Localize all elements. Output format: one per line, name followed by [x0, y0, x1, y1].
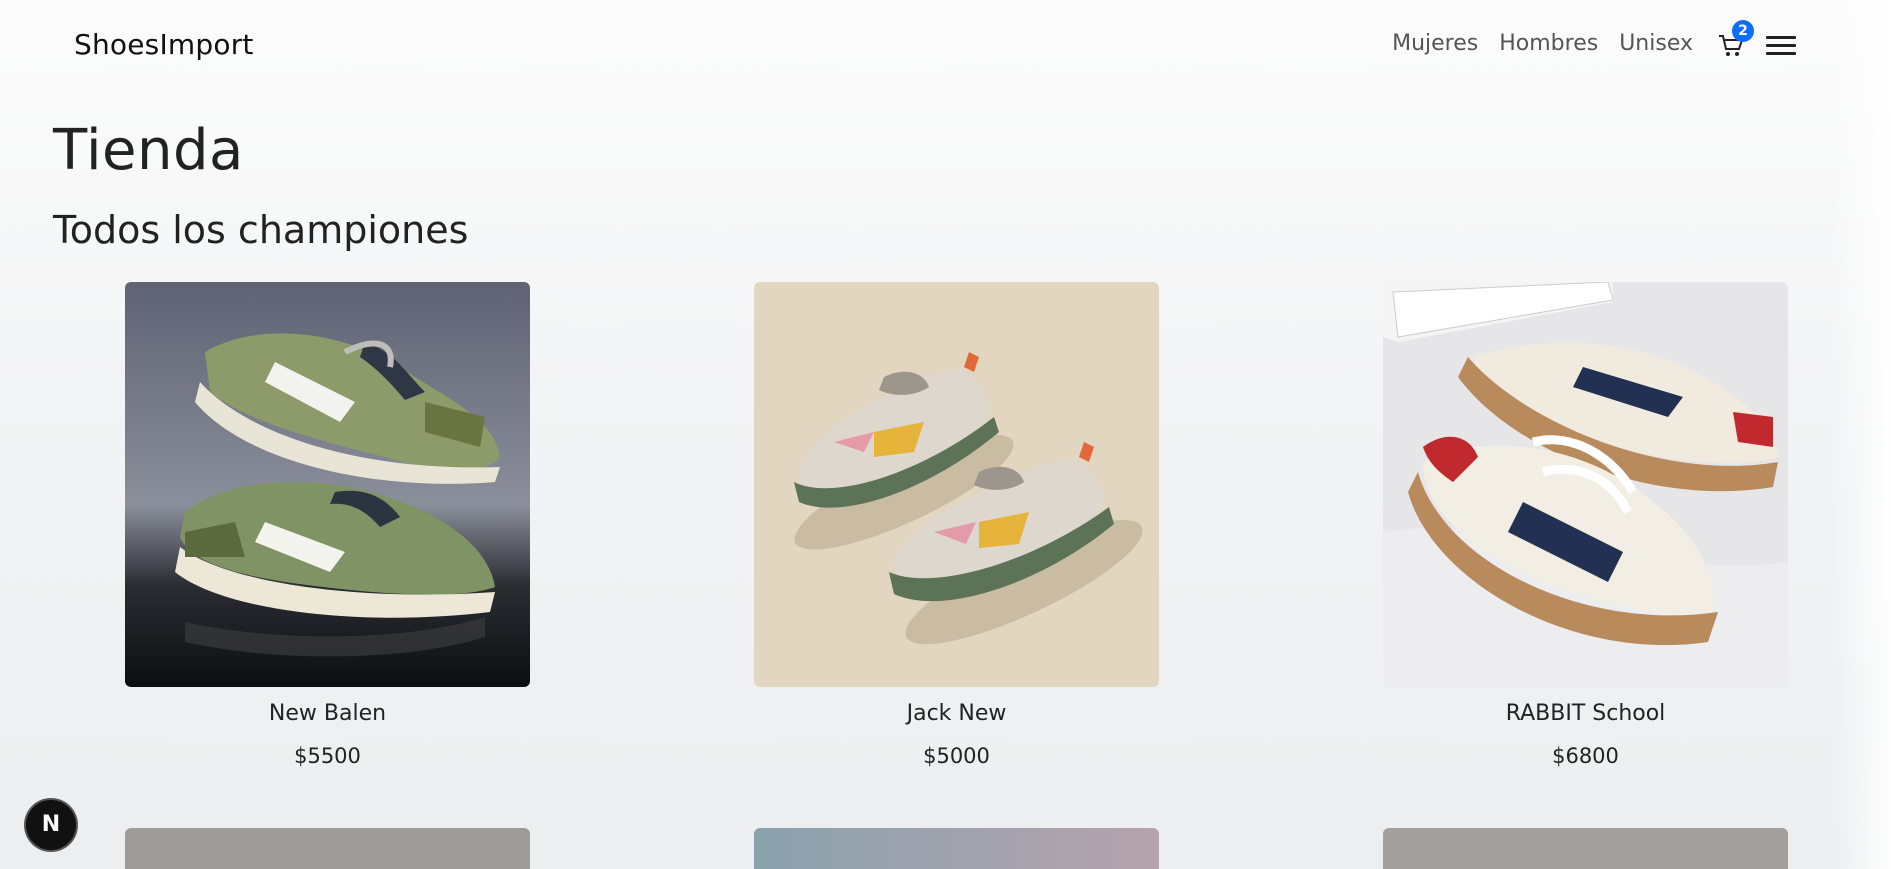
cart-count-badge: 2 — [1732, 20, 1754, 42]
product-name[interactable]: New Balen — [125, 701, 530, 726]
product-name[interactable]: Jack New — [754, 701, 1159, 726]
product-image[interactable] — [1383, 828, 1788, 869]
menu-line — [1766, 44, 1796, 47]
menu-line — [1766, 52, 1796, 55]
product-image[interactable] — [125, 282, 530, 687]
product-card[interactable]: New Balen $5500 — [125, 282, 530, 768]
product-image[interactable] — [754, 828, 1159, 869]
product-image[interactable] — [754, 282, 1159, 687]
nextjs-logo-icon: N — [41, 812, 61, 837]
nav-link-unisex[interactable]: Unisex — [1619, 31, 1693, 56]
nextjs-dev-badge[interactable]: N — [26, 800, 76, 850]
product-image[interactable] — [1383, 282, 1788, 687]
menu-line — [1766, 36, 1796, 39]
product-card[interactable]: RABBIT School $6800 — [1383, 282, 1788, 768]
product-image[interactable] — [125, 828, 530, 869]
product-name[interactable]: RABBIT School — [1383, 701, 1788, 726]
section-title: Todos los championes — [53, 208, 469, 252]
product-price: $5500 — [294, 744, 361, 768]
nav-link-mujeres[interactable]: Mujeres — [1392, 31, 1478, 56]
product-price: $5000 — [923, 744, 990, 768]
product-card[interactable]: Jack New $5000 — [754, 282, 1159, 768]
product-price: $6800 — [1552, 744, 1619, 768]
nav-link-hombres[interactable]: Hombres — [1499, 31, 1598, 56]
edge-shadow — [1831, 0, 1891, 869]
cart-button[interactable]: 2 — [1718, 20, 1754, 60]
hamburger-menu-icon[interactable] — [1766, 36, 1796, 58]
brand-logo[interactable]: ShoesImport — [74, 28, 254, 61]
nav-links: Mujeres Hombres Unisex — [1392, 31, 1693, 56]
page-title: Tienda — [53, 118, 244, 183]
navbar: ShoesImport Mujeres Hombres Unisex 2 — [0, 0, 1891, 92]
